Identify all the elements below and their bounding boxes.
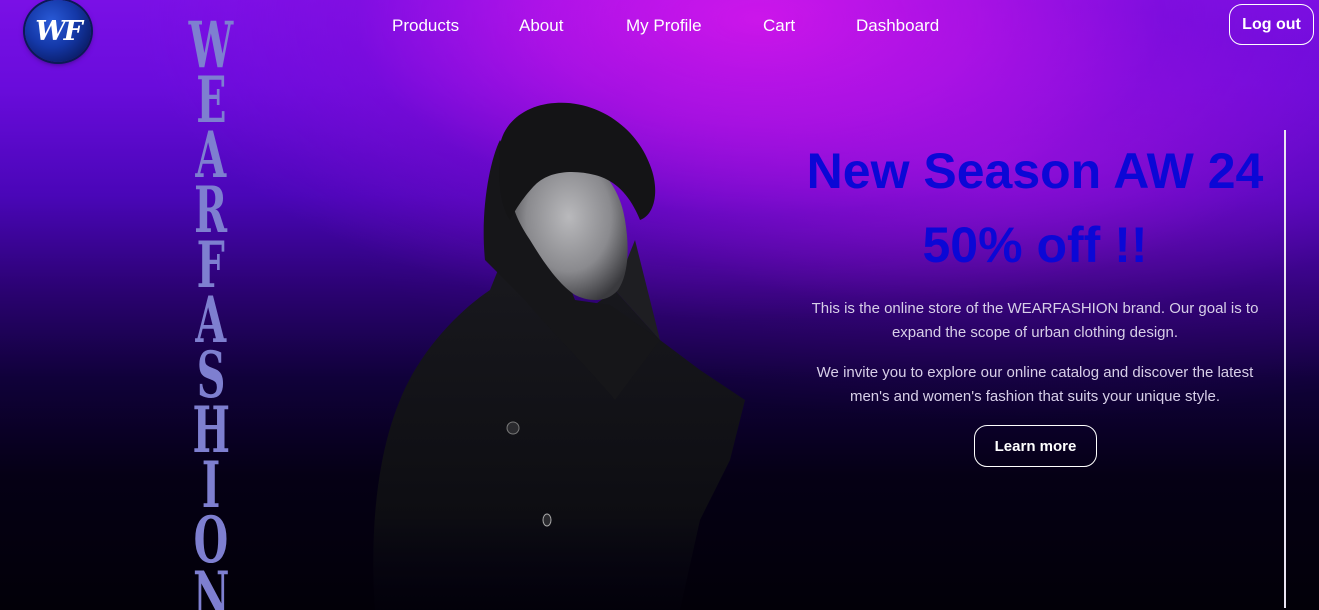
nav-products-link[interactable]: Products <box>392 16 459 36</box>
nav-dashboard-link[interactable]: Dashboard <box>856 16 939 36</box>
hero-description-2: We invite you to explore our online cata… <box>816 364 1254 405</box>
vertical-divider <box>1284 130 1286 608</box>
nav-about-link[interactable]: About <box>519 16 563 36</box>
hero-discount: 50% off !! <box>922 217 1148 273</box>
vertical-brand-wordmark: W E A R F A S H I O N <box>183 14 239 610</box>
hero-description-1: This is the online store of the WEARFASH… <box>811 300 1259 341</box>
nav-cart-link[interactable]: Cart <box>763 16 795 36</box>
logout-button[interactable]: Log out <box>1229 4 1314 45</box>
hero-model-image <box>373 102 745 610</box>
learn-more-button[interactable]: Learn more <box>974 425 1097 467</box>
hero-title: New Season AW 24 <box>806 143 1264 199</box>
brand-letter: N <box>192 558 230 610</box>
nav-my-profile-link[interactable]: My Profile <box>626 16 702 36</box>
